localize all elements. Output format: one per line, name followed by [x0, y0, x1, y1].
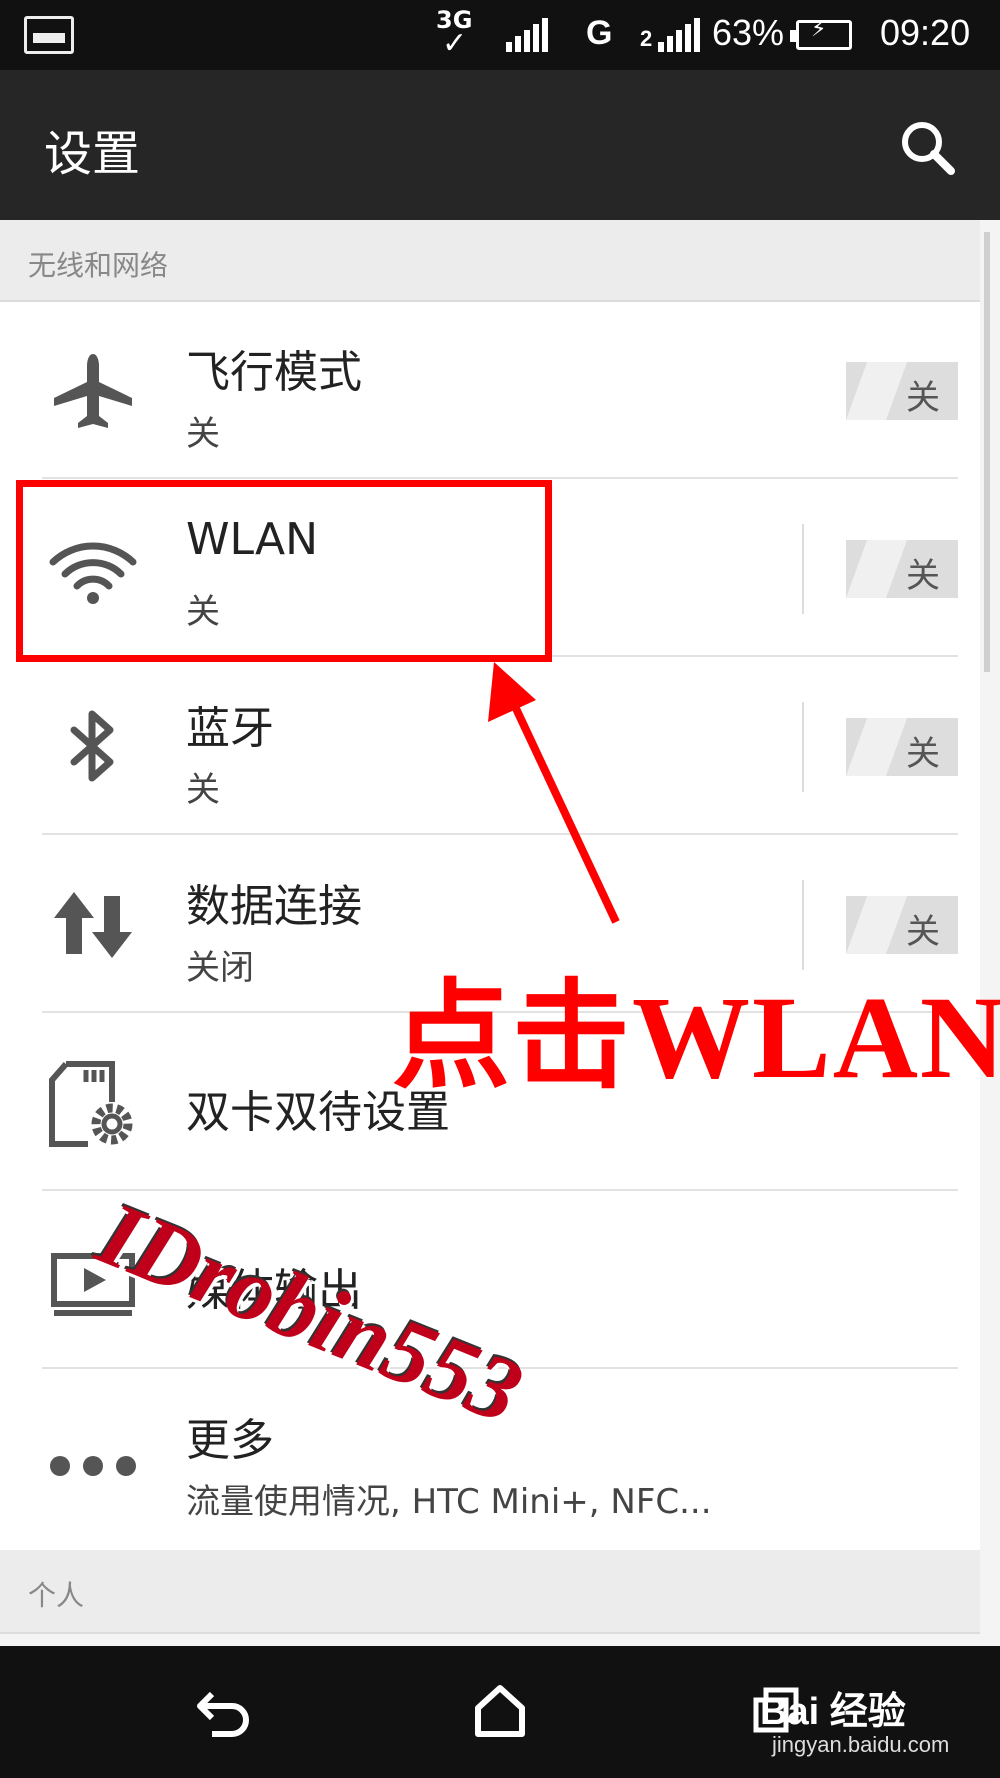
navigation-bar: Bai 经验 jingyan.baidu.com: [0, 1646, 1000, 1778]
item-title: 数据连接: [186, 881, 362, 932]
list-item-airplane-mode[interactable]: 飞行模式 关 关: [0, 302, 980, 479]
annotation-highlight-box: [16, 480, 552, 662]
sim-settings-icon: [49, 1061, 133, 1147]
clock: 09:20: [880, 12, 971, 53]
vertical-separator: [802, 702, 804, 792]
check-icon: ✓: [442, 26, 468, 61]
sim2-label: 2: [640, 26, 653, 51]
item-title: 更多: [186, 1415, 274, 1466]
item-subtitle: 流量使用情况, HTC Mini+, NFC...: [186, 1482, 712, 1522]
item-subtitle: 关: [186, 414, 220, 454]
item-subtitle: 关: [186, 770, 220, 810]
more-dots-icon: [50, 1456, 136, 1476]
item-title: 飞行模式: [186, 347, 362, 398]
home-icon[interactable]: [474, 1684, 526, 1738]
scrollbar[interactable]: [984, 232, 990, 672]
list-item-bluetooth[interactable]: 蓝牙 关 关: [0, 658, 980, 835]
baidu-url-watermark: jingyan.baidu.com: [772, 1732, 950, 1757]
wlan-toggle[interactable]: 关: [846, 540, 958, 598]
back-icon[interactable]: [196, 1686, 252, 1738]
airplane-icon: [54, 354, 132, 428]
baidu-jingyan-watermark: Bai 经验: [760, 1691, 906, 1733]
toggle-label: 关: [906, 378, 940, 418]
divider: [42, 833, 958, 835]
bluetooth-icon: [70, 710, 114, 782]
annotation-label: 点击WLAN: [392, 972, 1000, 1103]
action-bar: 设置: [0, 70, 1000, 220]
gallery-notification-icon: [24, 16, 74, 54]
page-title: 设置: [44, 126, 141, 182]
bluetooth-toggle[interactable]: 关: [846, 718, 958, 776]
airplane-toggle[interactable]: 关: [846, 362, 958, 420]
section-title: 个人: [28, 1579, 85, 1612]
section-header-wireless: 无线和网络: [0, 220, 980, 302]
signal-1-icon: [506, 18, 548, 52]
battery-charging-icon: ⚡: [790, 17, 852, 50]
data-transfer-icon: [54, 892, 132, 958]
status-bar: 3G ✓ G 2 63% ⚡ 09:20: [0, 0, 1000, 70]
vertical-separator: [802, 524, 804, 614]
toggle-label: 关: [906, 734, 940, 774]
section-title: 无线和网络: [28, 249, 169, 282]
signal-2-icon: [658, 18, 700, 52]
network-g-label: G: [586, 14, 613, 52]
search-icon[interactable]: [898, 118, 956, 176]
battery-percent: 63%: [712, 12, 785, 53]
section-header-personal: 个人: [0, 1550, 980, 1634]
divider: [42, 477, 958, 479]
toggle-label: 关: [906, 556, 940, 596]
item-title: 蓝牙: [186, 703, 274, 754]
divider: [42, 1189, 958, 1191]
item-subtitle: 关闭: [186, 948, 254, 988]
